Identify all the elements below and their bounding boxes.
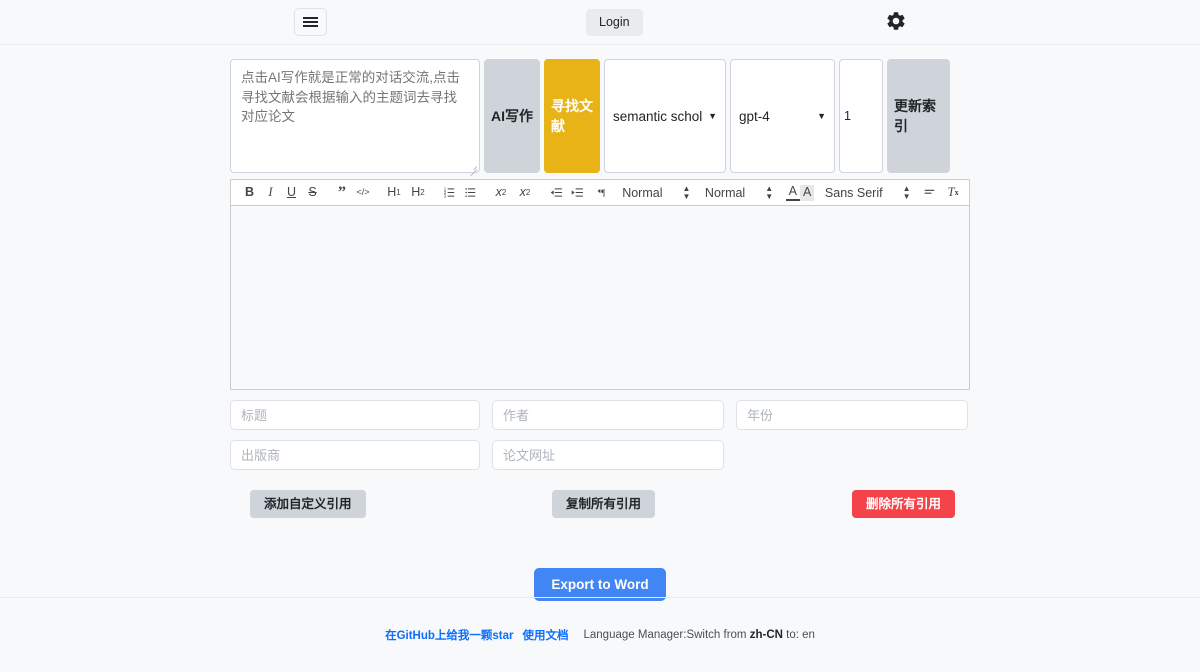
superscript-sup: 2 [526,189,530,197]
indent-icon [571,186,584,199]
svg-text:3: 3 [443,194,446,199]
ordered-list-button[interactable]: 1 2 3 [439,184,460,202]
ai-write-button[interactable]: AI写作 [484,59,540,173]
size-picker[interactable]: Normal ▲▼ [620,183,694,203]
delete-all-citations-button[interactable]: 删除所有引用 [852,490,955,518]
text-color-button[interactable]: A [786,184,800,201]
format-group-lists: 1 2 3 [439,184,481,202]
text-direction-button[interactable]: ¶ [596,184,612,202]
blockquote-button[interactable]: ” [332,184,353,202]
underline-button[interactable]: U [281,184,302,202]
superscript-button[interactable]: x2 [513,184,537,202]
login-button[interactable]: Login [586,9,643,36]
hamburger-menu-icon-bar2 [303,21,318,23]
language-manager[interactable]: Language Manager:Switch from zh-CN to: e… [584,629,815,641]
font-picker[interactable]: Sans Serif ▲▼ [823,183,915,203]
source-select[interactable]: semantic scholar [613,109,717,124]
outdent-icon [550,186,563,199]
header-2-sub: 2 [420,189,424,197]
format-group-block: ” </> [332,184,374,202]
hamburger-menu-button[interactable] [294,8,327,36]
bullet-list-icon [464,186,477,199]
clear-format-icon: T [948,186,955,199]
clear-formatting-button[interactable]: Tx [945,184,961,202]
italic-button[interactable]: I [260,184,281,202]
language-manager-suffix: to: en [786,629,815,641]
updown-arrows-icon-2: ▲▼ [765,185,773,199]
gear-icon [885,10,907,35]
bullet-list-button[interactable] [460,184,481,202]
main-container: AI写作 寻找文献 semantic scholar ▼ gpt-4 ▼ 更新索… [230,45,970,601]
format-group-basic: B I U S [239,184,323,202]
header-picker-label: Normal [705,186,745,200]
model-select[interactable]: gpt-4 [739,109,826,124]
header-1-sub: 1 [396,189,400,197]
citation-year-input[interactable] [736,400,968,430]
citation-title-input[interactable] [230,400,480,430]
prompt-textarea[interactable] [230,59,480,173]
citation-url-input[interactable] [492,440,724,470]
updown-arrows-icon: ▲▼ [683,185,691,199]
header-2-button[interactable]: H2 [406,184,430,202]
docs-link[interactable]: 使用文档 [523,627,569,643]
size-picker-label: Normal [622,186,662,200]
header-1-label: H [387,186,396,199]
language-manager-prefix: Language Manager:Switch from [584,629,747,641]
count-input-wrap[interactable] [839,59,883,173]
editor-content-area[interactable] [231,206,969,389]
align-icon [923,186,936,199]
paper-count-input[interactable] [840,109,882,123]
hamburger-menu-icon [303,17,318,19]
citation-fields [230,400,970,470]
svg-text:¶: ¶ [601,189,606,199]
header-2-label: H [411,186,420,199]
citation-actions: 添加自定义引用 复制所有引用 删除所有引用 [230,490,970,518]
subscript-button[interactable]: x2 [489,184,513,202]
format-group-indent [546,184,588,202]
format-group-script: x2 x2 [489,184,537,202]
copy-all-citations-button[interactable]: 复制所有引用 [552,490,655,518]
bold-button[interactable]: B [239,184,260,202]
ordered-list-icon: 1 2 3 [443,186,456,199]
model-select-wrap[interactable]: gpt-4 ▼ [730,59,835,173]
header-picker[interactable]: Normal ▲▼ [703,183,777,203]
font-picker-label: Sans Serif [825,186,883,200]
settings-button[interactable] [881,7,911,37]
text-direction-icon: ¶ [597,186,611,199]
add-custom-citation-button[interactable]: 添加自定义引用 [250,490,366,518]
code-block-button[interactable]: </> [353,184,374,202]
github-star-link[interactable]: 在GitHub上给我一颗star [385,627,513,643]
subscript-sub: 2 [502,189,506,197]
clear-format-x: x [955,189,959,197]
hamburger-menu-icon-bar3 [303,25,318,27]
outdent-button[interactable] [546,184,567,202]
find-paper-button[interactable]: 寻找文献 [544,59,600,173]
citation-field-row-2 [230,440,970,470]
citation-publisher-input[interactable] [230,440,480,470]
source-select-wrap[interactable]: semantic scholar ▼ [604,59,726,173]
citation-author-input[interactable] [492,400,724,430]
align-button[interactable] [923,184,937,202]
top-navbar: Login [0,0,1200,45]
background-color-button[interactable]: A [800,185,814,201]
header-1-button[interactable]: H1 [382,184,406,202]
indent-button[interactable] [567,184,588,202]
update-index-button[interactable]: 更新索引 [887,59,950,173]
updown-arrows-icon-3: ▲▼ [903,185,911,199]
strikethrough-button[interactable]: S [302,184,323,202]
prompt-toolbar-row: AI写作 寻找文献 semantic scholar ▼ gpt-4 ▼ 更新索… [230,59,970,173]
format-group-headers: H1 H2 [382,184,430,202]
page-footer: 在GitHub上给我一颗star 使用文档 Language Manager:S… [0,597,1200,672]
citation-field-row-1 [230,400,970,430]
rich-text-editor: B I U S ” </> H1 H2 [230,179,970,390]
editor-toolbar: B I U S ” </> H1 H2 [231,180,969,206]
language-manager-current: zh-CN [750,629,783,641]
